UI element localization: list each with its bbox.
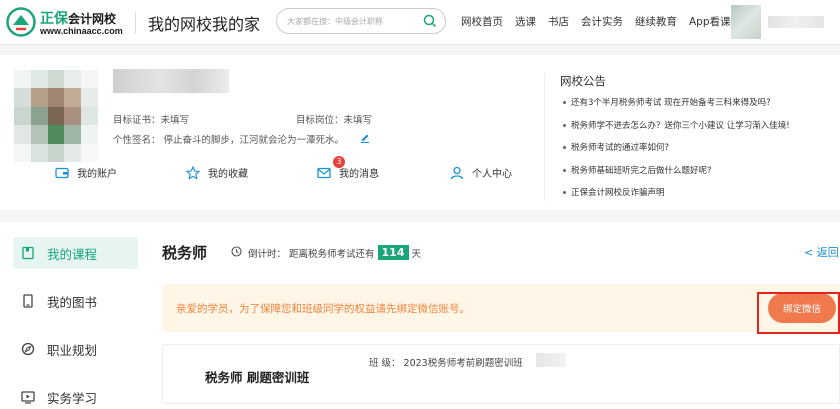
sidebar-item-career-planning[interactable]: 职业规划 — [13, 333, 138, 365]
nav-continuing-education[interactable]: 继续教育 — [635, 14, 677, 30]
signature: 个性签名： 停止奋斗的脚步，江河就会沦为一潭死水。 — [113, 135, 345, 146]
notice-divider — [544, 73, 545, 201]
highlight-box — [757, 292, 840, 334]
phone-book-icon — [23, 294, 33, 308]
class-info: 班 级： 2023税务师考前刷题密训班 — [369, 358, 523, 369]
search-input[interactable] — [287, 13, 417, 29]
star-icon — [186, 165, 200, 180]
top-header: 正保会计网校 www.chinaacc.com 我的网校我的家 网校首页 选课 … — [0, 0, 840, 45]
search-icon[interactable] — [423, 14, 437, 28]
nav-accounting-practice[interactable]: 会计实务 — [581, 14, 623, 30]
play-icon — [21, 391, 35, 404]
logo-sub: 会计网校 — [68, 12, 117, 26]
notice-list: 还有3个半月税务师考试 现在开始备考三科来得及吗? 税务师学不进去怎么办？送你三… — [563, 96, 790, 209]
nav-courses[interactable]: 选课 — [515, 14, 536, 30]
book-icon — [22, 246, 34, 260]
class-name: 税务师 刷题密训班 — [205, 370, 310, 385]
notice-item[interactable]: 税务师基础班听完之后做什么题好呢? — [563, 164, 790, 187]
shortcut-personal-center-label: 个人中心 — [472, 169, 512, 180]
sidebar: 我的课程 我的图书 职业规划 实务学习 — [0, 222, 150, 409]
shortcut-favorites[interactable]: 我的收藏 — [186, 165, 248, 180]
countdown-prefix: 倒计时： 距离税务师考试还有 — [248, 248, 375, 260]
logo-brand: 正保 — [40, 11, 68, 27]
alert-text: 亲爱的学员，为了保障您和班级同学的权益请先绑定微信账号。 — [176, 303, 470, 315]
class-card[interactable]: 税务师 刷题密训班 班 级： 2023税务师考前刷题密训班 — [162, 344, 840, 404]
header-username-blurred[interactable] — [768, 16, 824, 28]
site-logo[interactable]: 正保会计网校 www.chinaacc.com — [6, 6, 130, 39]
wechat-bind-alert: 亲爱的学员，为了保障您和班级同学的权益请先绑定微信账号。 绑定微信 — [162, 284, 840, 332]
wallet-icon — [55, 167, 69, 178]
profile-card: 目标证书：未填写 目标岗位：未填写 个性签名： 停止奋斗的脚步，江河就会沦为一潭… — [0, 55, 840, 210]
clock-icon — [231, 246, 242, 257]
exam-countdown: 倒计时： 距离税务师考试还有 114 天 — [248, 245, 421, 260]
sidebar-item-label: 职业规划 — [47, 342, 98, 358]
sidebar-item-label: 我的课程 — [47, 246, 98, 262]
back-link[interactable]: < 返回 — [804, 244, 839, 260]
header-divider — [135, 12, 136, 34]
edit-icon[interactable] — [360, 133, 370, 143]
shortcut-account[interactable]: 我的账户 — [55, 165, 117, 180]
search-box — [276, 8, 446, 34]
notice-item[interactable]: 还有3个半月税务师考试 现在开始备考三科来得及吗? — [563, 96, 790, 119]
notice-item[interactable]: 税务师学不进去怎么办？送你三个小建议 让学习渐入佳境! — [563, 119, 790, 142]
message-count-badge: 3 — [333, 156, 345, 168]
notice-title: 网校公告 — [560, 74, 606, 88]
target-position: 目标岗位：未填写 — [296, 115, 373, 126]
nav-home[interactable]: 网校首页 — [461, 14, 503, 30]
person-icon — [450, 166, 464, 179]
sidebar-item-label: 实务学习 — [47, 390, 98, 406]
sidebar-item-my-courses[interactable]: 我的课程 — [13, 237, 138, 269]
compass-icon — [21, 342, 35, 356]
top-nav: 网校首页 选课 书店 会计实务 继续教育 App看课 — [461, 14, 743, 30]
sidebar-item-my-books[interactable]: 我的图书 — [13, 285, 138, 317]
notice-item[interactable]: 税务师考试的通过率如何? — [563, 141, 790, 164]
nav-bookstore[interactable]: 书店 — [548, 14, 569, 30]
site-slogan: 我的网校我的家 — [148, 15, 261, 34]
notice-item[interactable]: 正保会计网校反诈骗声明 — [563, 186, 790, 209]
course-title: 税务师 — [162, 244, 208, 262]
countdown-days-badge: 114 — [377, 245, 409, 260]
shortcut-personal-center[interactable]: 个人中心 — [450, 165, 512, 180]
shortcut-messages[interactable]: 我的消息 — [317, 165, 379, 180]
shortcut-account-label: 我的账户 — [77, 169, 117, 180]
countdown-suffix: 天 — [411, 248, 422, 260]
main-content: 税务师 倒计时： 距离税务师考试还有 114 天 < 返回 亲爱的学员，为了保障… — [150, 222, 840, 409]
nav-app[interactable]: App看课 — [689, 14, 731, 30]
mail-icon — [317, 167, 331, 178]
logo-icon — [6, 7, 36, 37]
username-blurred — [113, 69, 229, 93]
shortcut-messages-label: 我的消息 — [339, 169, 379, 180]
sidebar-item-practice-learning[interactable]: 实务学习 — [13, 381, 138, 409]
target-certificate: 目标证书：未填写 — [113, 115, 190, 126]
shortcut-favorites-label: 我的收藏 — [208, 169, 248, 180]
avatar[interactable] — [14, 70, 98, 162]
sidebar-item-label: 我的图书 — [47, 294, 98, 310]
class-info-blurred — [536, 353, 566, 367]
header-avatar[interactable] — [731, 5, 761, 39]
logo-url: www.chinaacc.com — [40, 26, 123, 36]
